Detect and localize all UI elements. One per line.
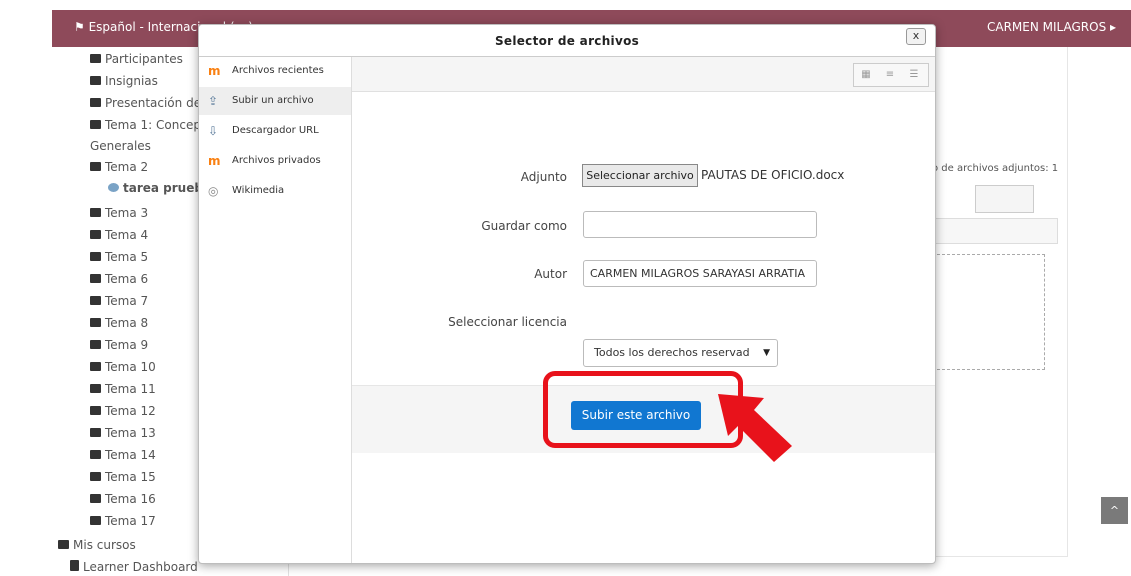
nav-item-2[interactable]: Presentación de [90, 96, 201, 110]
view-toolbar: ▦ ≡ ☰ [352, 57, 935, 92]
nav-item-21[interactable]: Tema 17 [90, 514, 156, 528]
upload-icon: ⇪ [208, 94, 219, 108]
view-mode-buttons: ▦ ≡ ☰ [853, 63, 929, 87]
author-label: Autor [534, 267, 567, 281]
scroll-top-button[interactable]: ^ [1101, 497, 1128, 524]
nav-item-0[interactable]: Participantes [90, 52, 183, 66]
repo-recent-files[interactable]: m Archivos recientes [199, 57, 351, 85]
nav-item-6[interactable]: tarea prueb [108, 181, 203, 195]
nav-item-13[interactable]: Tema 9 [90, 338, 148, 352]
wikimedia-icon: ◎ [208, 184, 219, 198]
background-filemanager-header [932, 218, 1058, 244]
dialog-title: Selector de archivos [494, 34, 640, 48]
file-icon [70, 560, 79, 571]
nav-item-20[interactable]: Tema 16 [90, 492, 156, 506]
moodle-icon: m [208, 154, 221, 168]
icon-view-icon[interactable]: ▦ [854, 64, 878, 86]
repository-list: m Archivos recientes ⇪ Subir un archivo … [199, 57, 352, 563]
folder-icon [90, 162, 101, 171]
close-button[interactable]: x [906, 28, 926, 45]
repo-url-downloader[interactable]: ⇩ Descargador URL [199, 117, 351, 145]
list-view-icon[interactable]: ≡ [878, 64, 902, 86]
folder-icon [90, 472, 101, 481]
repo-wikimedia[interactable]: ◎ Wikimedia [199, 177, 351, 205]
nav-item-12[interactable]: Tema 8 [90, 316, 148, 330]
folder-icon [90, 120, 101, 129]
selected-file-name: PAUTAS DE OFICIO.docx [701, 168, 845, 182]
upload-panel: ▦ ≡ ☰ Adjunto Seleccionar archivo PAUTAS D… [352, 57, 935, 563]
choose-file-button[interactable]: Seleccionar archivo [582, 164, 698, 187]
folder-icon [90, 428, 101, 437]
file-count-label: o de archivos adjuntos: 1 [932, 163, 1059, 174]
folder-icon [90, 406, 101, 415]
folder-icon [58, 540, 69, 549]
save-as-label: Guardar como [481, 219, 567, 233]
background-dropzone[interactable] [932, 254, 1045, 370]
repo-private-files[interactable]: m Archivos privados [199, 147, 351, 175]
nav-item-18[interactable]: Tema 14 [90, 448, 156, 462]
dialog-header: Selector de archivos x [199, 25, 935, 57]
nav-item-1[interactable]: Insignias [90, 74, 158, 88]
folder-icon [90, 54, 101, 63]
folder-icon [90, 208, 101, 217]
repo-upload-file[interactable]: ⇪ Subir un archivo [199, 87, 351, 115]
folder-icon [90, 318, 101, 327]
nav-item-9[interactable]: Tema 5 [90, 250, 148, 264]
nav-item-19[interactable]: Tema 15 [90, 470, 156, 484]
assignment-icon [108, 183, 119, 192]
license-select[interactable]: Todos los derechos reservad ▼ [583, 339, 778, 367]
background-view-buttons[interactable] [975, 185, 1034, 213]
red-arrow-annotation [718, 394, 792, 462]
folder-icon [90, 230, 101, 239]
folder-icon [90, 274, 101, 283]
user-menu[interactable]: CARMEN MILAGROS ▸ [987, 20, 1116, 34]
folder-icon [90, 76, 101, 85]
url-download-icon: ⇩ [208, 124, 219, 138]
nav-mis-cursos[interactable]: Mis cursos [58, 538, 136, 552]
license-label: Seleccionar licencia [448, 315, 567, 329]
tree-view-icon[interactable]: ☰ [902, 64, 926, 86]
folder-icon [90, 252, 101, 261]
adjunto-label: Adjunto [520, 170, 567, 184]
folder-icon [90, 494, 101, 503]
folder-icon [90, 296, 101, 305]
folder-icon [90, 516, 101, 525]
save-as-input[interactable] [583, 211, 817, 238]
nav-item-8[interactable]: Tema 4 [90, 228, 148, 242]
dropdown-arrow-icon: ▼ [763, 348, 770, 358]
file-picker-dialog: Selector de archivos x m Archivos recien… [198, 24, 936, 564]
author-input[interactable]: CARMEN MILAGROS SARAYASI ARRATIA [583, 260, 817, 287]
nav-item-7[interactable]: Tema 3 [90, 206, 148, 220]
nav-item-14[interactable]: Tema 10 [90, 360, 156, 374]
moodle-icon: m [208, 64, 221, 78]
nav-item-10[interactable]: Tema 6 [90, 272, 148, 286]
nav-item-4[interactable]: Generales [90, 139, 151, 153]
folder-icon [90, 362, 101, 371]
folder-icon [90, 98, 101, 107]
nav-item-11[interactable]: Tema 7 [90, 294, 148, 308]
nav-learner-dashboard[interactable]: Learner Dashboard [70, 560, 198, 574]
folder-icon [90, 450, 101, 459]
nav-item-15[interactable]: Tema 11 [90, 382, 156, 396]
folder-icon [90, 340, 101, 349]
nav-item-3[interactable]: Tema 1: Concep [90, 118, 201, 132]
nav-item-5[interactable]: Tema 2 [90, 160, 148, 174]
nav-item-16[interactable]: Tema 12 [90, 404, 156, 418]
nav-item-17[interactable]: Tema 13 [90, 426, 156, 440]
folder-icon [90, 384, 101, 393]
